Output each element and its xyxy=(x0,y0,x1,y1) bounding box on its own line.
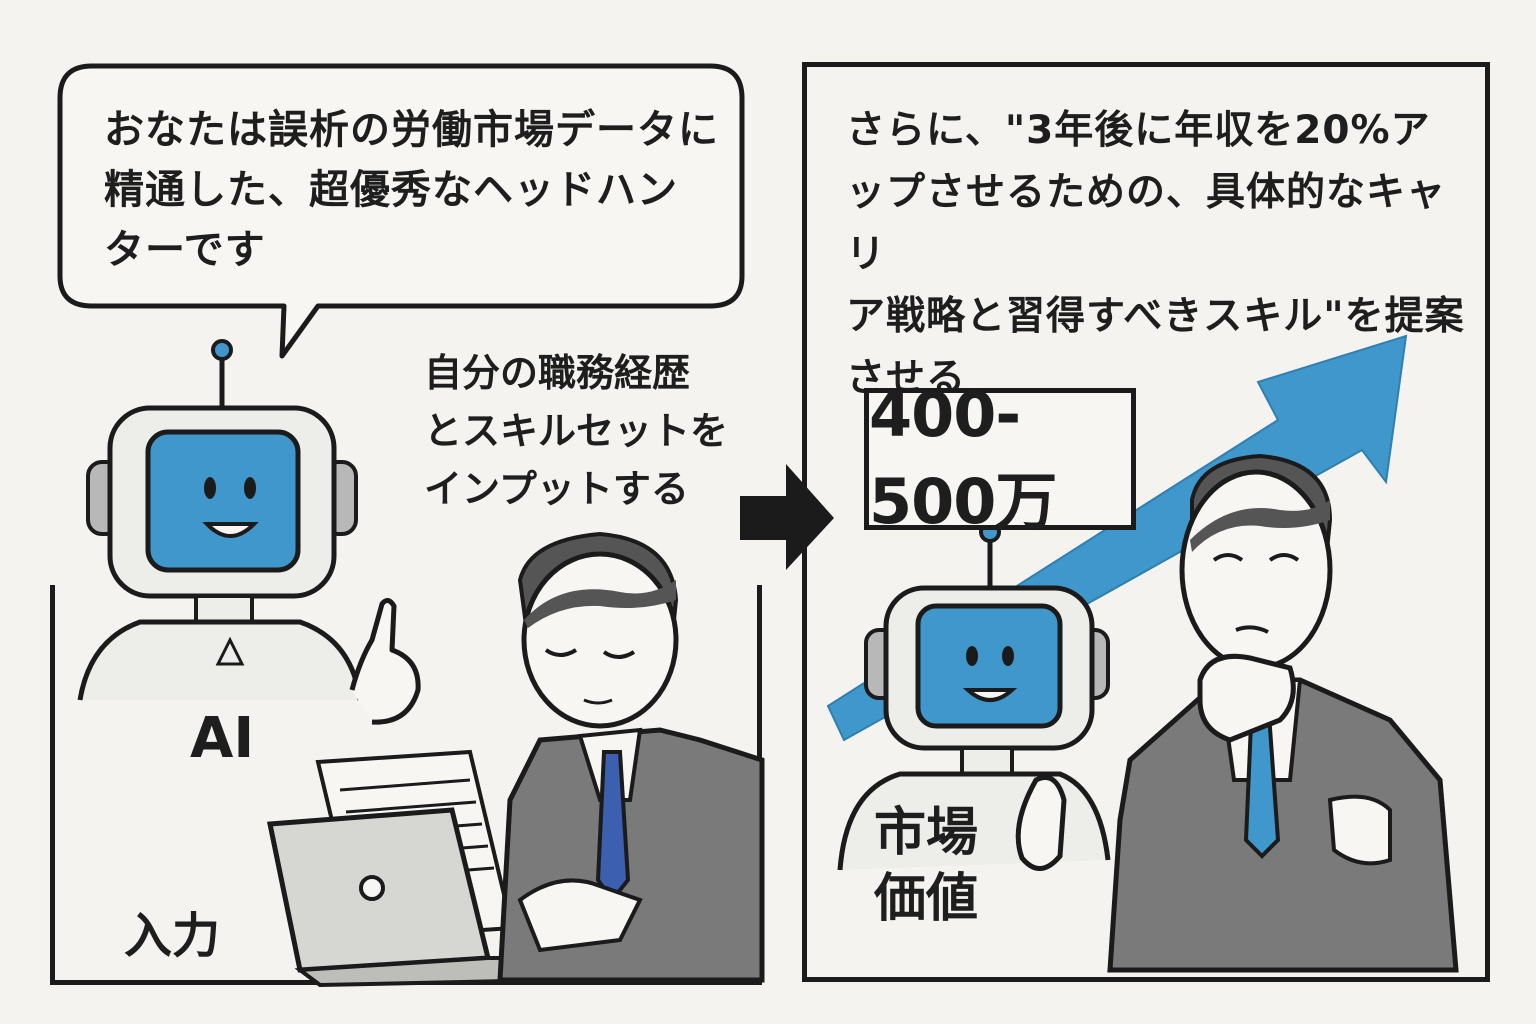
market-value-line1: 市場 xyxy=(874,803,979,863)
speech-bubble-text: おなたは誤析の労働市場データに 精通した、超優秀なヘッドハン ターです xyxy=(104,107,719,273)
market-value-label: 市場 価値 xyxy=(874,800,978,932)
person-icon xyxy=(497,531,765,983)
input-caption: 自分の職務経歴 とスキルセットを インプットする xyxy=(424,351,729,511)
robot-label-ai: AI xyxy=(190,706,255,771)
instruction-text: さらに、"3年後に年収を20%ア ップさせるための、具体的なキャリ ア戦略と習得… xyxy=(846,108,1465,401)
robot-icon xyxy=(77,339,421,725)
salary-box: 400-500万 xyxy=(864,378,1136,538)
market-value-line2: 価値 xyxy=(874,869,979,929)
corner-label-input: 入力 xyxy=(124,908,221,964)
arrow-right-icon xyxy=(740,464,834,570)
